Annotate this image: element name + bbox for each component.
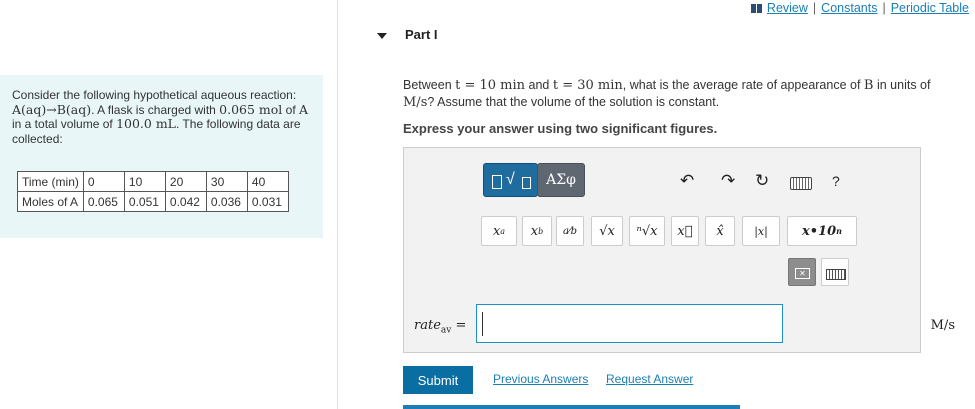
- request-answer-link[interactable]: Request Answer: [606, 372, 693, 386]
- scientific-notation-button[interactable]: x•10 n: [787, 216, 857, 246]
- data-table: Time (min) 0 10 20 30 40 Moles of A 0.06…: [17, 171, 289, 212]
- answer-label-sub: av: [440, 325, 452, 336]
- table-cell: 0.031: [246, 191, 289, 212]
- question-text-d: in units of: [873, 78, 931, 92]
- nth-root-button[interactable]: ⁿ√x: [629, 216, 665, 246]
- species-a: A: [299, 101, 309, 117]
- redo-icon[interactable]: ↷: [721, 171, 735, 191]
- keyboard-icon: [826, 269, 846, 280]
- total-volume: 100.0 mL: [116, 116, 176, 131]
- undo-icon[interactable]: ↶: [680, 171, 694, 191]
- question-text-c: , what is the average rate of appearance…: [622, 78, 864, 92]
- previous-answers-link[interactable]: Previous Answers: [493, 372, 588, 386]
- resource-links: Review | Constants | Periodic Table: [750, 1, 969, 15]
- table-cell: 10: [123, 171, 166, 192]
- superscript-button[interactable]: xa: [481, 216, 517, 246]
- delete-button[interactable]: ✕: [788, 258, 816, 286]
- bottom-accent-bar: [403, 405, 740, 409]
- reaction-equation: A(aq)→B(aq): [12, 101, 92, 117]
- initial-amount: 0.065 mol: [219, 101, 283, 117]
- templates-button[interactable]: √: [483, 163, 538, 197]
- column-divider: [337, 0, 338, 409]
- link-separator: |: [812, 1, 817, 15]
- problem-panel: Consider the following hypothetical aque…: [0, 75, 323, 238]
- absolute-value-button[interactable]: |x|: [742, 216, 780, 246]
- question-text: Between t = 10 min and t = 30 min, what …: [403, 77, 963, 111]
- question-text-b: and: [525, 78, 553, 92]
- problem-text-c: of: [282, 102, 299, 117]
- table-cell: 0.065: [82, 191, 125, 212]
- table-cell: 0.036: [205, 191, 248, 212]
- answer-label: rateav =: [414, 318, 466, 336]
- row-label-moles: Moles of A: [17, 191, 84, 212]
- subscript-button[interactable]: xb: [522, 216, 552, 246]
- answer-instruction: Express your answer using two significan…: [403, 121, 718, 136]
- time-end: t = 30 min: [552, 78, 623, 93]
- template-box-icon: [522, 177, 531, 189]
- table-cell: 20: [164, 171, 207, 192]
- answer-editor: √ ΑΣφ ↶ ↷ ↻ ? xa xb a⁄b √x ⁿ√x x⃗ x̂ |x|…: [403, 147, 955, 353]
- table-cell: 0: [82, 171, 125, 192]
- part-header[interactable]: Part I: [377, 27, 438, 42]
- keyboard-shortcuts-icon[interactable]: [790, 177, 812, 190]
- table-row-moles: Moles of A 0.065 0.051 0.042 0.036 0.031: [17, 191, 289, 212]
- table-cell: 40: [246, 171, 289, 192]
- problem-text-d: in a total volume of: [12, 117, 117, 131]
- book-icon: [750, 3, 763, 13]
- link-separator: |: [882, 1, 886, 15]
- equals-sign: =: [455, 318, 467, 333]
- delete-icon: ✕: [795, 268, 810, 279]
- collapse-caret-icon[interactable]: [377, 32, 387, 39]
- keyboard-button[interactable]: [821, 258, 849, 286]
- periodic-table-link[interactable]: Periodic Table: [891, 1, 969, 15]
- table-cell: 0.042: [164, 191, 207, 212]
- help-button[interactable]: ?: [832, 173, 840, 189]
- text-cursor: [482, 312, 483, 336]
- table-cell: 30: [205, 171, 248, 192]
- question-text-e: ? Assume that the volume of the solution…: [427, 95, 720, 109]
- answer-label-text: rate: [414, 318, 441, 333]
- unit-vector-button[interactable]: x̂: [705, 216, 735, 246]
- answer-unit: M/s: [930, 318, 955, 333]
- problem-text-b: . A flask is charged with: [91, 102, 220, 117]
- template-box-icon: [492, 175, 502, 189]
- question-text-a: Between: [403, 78, 456, 92]
- constants-link[interactable]: Constants: [821, 1, 877, 15]
- greek-symbols-button[interactable]: ΑΣφ: [537, 163, 585, 197]
- answer-input[interactable]: [476, 304, 783, 343]
- time-start: t = 10 min: [455, 78, 526, 93]
- table-row-time: Time (min) 0 10 20 30 40: [17, 171, 289, 192]
- review-link[interactable]: Review: [767, 1, 808, 15]
- table-cell: 0.051: [123, 191, 166, 212]
- sqrt-button[interactable]: √x: [591, 216, 623, 246]
- question-unit: M/s: [403, 95, 428, 110]
- part-title: Part I: [405, 27, 438, 42]
- submit-button[interactable]: Submit: [403, 366, 473, 394]
- row-label-time: Time (min): [17, 171, 84, 192]
- problem-text-a: Consider the following hypothetical aque…: [12, 88, 297, 102]
- fraction-button[interactable]: a⁄b: [556, 216, 584, 246]
- vector-button[interactable]: x⃗: [671, 216, 699, 246]
- problem-statement: Consider the following hypothetical aque…: [12, 88, 311, 146]
- reset-icon[interactable]: ↻: [755, 171, 769, 191]
